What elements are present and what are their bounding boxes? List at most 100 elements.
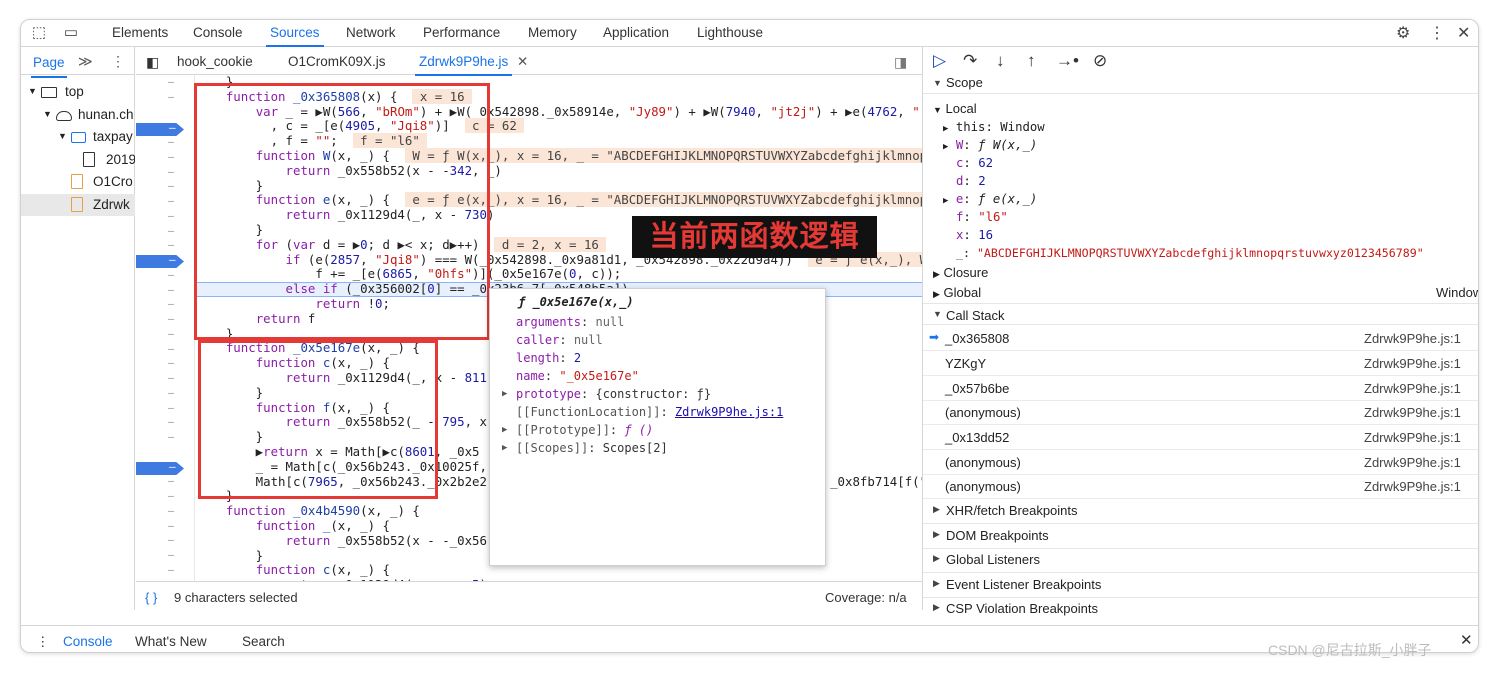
- breakpoint-marker[interactable]: –: [136, 123, 184, 136]
- step-icon[interactable]: →•: [1056, 51, 1079, 71]
- frame-location[interactable]: Zdrwk9P9he.js:1: [1364, 405, 1461, 420]
- var-value: ƒ e(x,_): [978, 192, 1038, 206]
- more-options-icon[interactable]: ⋮: [1429, 23, 1445, 43]
- var-key: e: [955, 192, 964, 206]
- event-listener-breakpoints-section[interactable]: ▶ Event Listener Breakpoints: [923, 573, 1478, 598]
- tab-memory[interactable]: Memory: [528, 25, 577, 47]
- toggle-navigator-icon[interactable]: ◧: [146, 54, 159, 71]
- line-gutter[interactable]: – – – – – – – – – – – – – – – – – – – – …: [136, 75, 195, 581]
- expand-arrow-icon[interactable]: ▶: [502, 443, 507, 453]
- step-over-icon[interactable]: ↷: [963, 51, 977, 71]
- scope-var-d[interactable]: d: 2: [956, 174, 986, 188]
- scope-var-f[interactable]: f: "l6": [956, 210, 1008, 224]
- tree-item-file[interactable]: 2019: [21, 149, 135, 172]
- pretty-print-icon[interactable]: { }: [145, 590, 157, 605]
- frame-location[interactable]: Zdrwk9P9he.js:1: [1364, 356, 1461, 371]
- device-toolbar-icon[interactable]: ▭: [61, 24, 81, 42]
- var-value: 16: [978, 228, 994, 242]
- global-scope-header[interactable]: ▶ Global: [933, 285, 981, 300]
- var-value: 2: [978, 174, 986, 188]
- scope-var-this[interactable]: ▶ this: Window: [943, 120, 1045, 134]
- step-out-icon[interactable]: ↑: [1027, 51, 1036, 71]
- frame-location[interactable]: Zdrwk9P9he.js:1: [1364, 479, 1461, 494]
- editor-tab-o1cromk09x[interactable]: O1CromK09X.js: [288, 54, 386, 69]
- csp-breakpoints-section[interactable]: ▶ CSP Violation Breakpoints: [923, 597, 1478, 616]
- frame-location[interactable]: Zdrwk9P9he.js:1: [1364, 381, 1461, 396]
- step-into-icon[interactable]: ↓: [996, 51, 1005, 71]
- frame-location[interactable]: Zdrwk9P9he.js:1: [1364, 430, 1461, 445]
- tree-item-domain[interactable]: ▼ hunan.ch: [21, 104, 135, 127]
- expand-arrow-icon[interactable]: ▶: [502, 425, 507, 435]
- call-stack-header[interactable]: ▼ Call Stack: [923, 303, 1478, 325]
- tree-item-top[interactable]: ▼ top: [21, 81, 135, 104]
- breakpoint-marker[interactable]: –: [136, 462, 184, 475]
- scope-var-w[interactable]: ▶ W: ƒ W(x,_): [943, 138, 1037, 152]
- navigator-menu-icon[interactable]: ⋮: [111, 53, 125, 70]
- xhr-breakpoints-section[interactable]: ▶ XHR/fetch Breakpoints: [923, 499, 1478, 524]
- toggle-debugger-icon[interactable]: ◨: [894, 54, 907, 71]
- scope-var-e[interactable]: ▶ e: ƒ e(x,_): [943, 192, 1037, 206]
- dom-breakpoints-section[interactable]: ▶ DOM Breakpoints: [923, 524, 1478, 549]
- expand-arrow-icon[interactable]: ▶: [502, 389, 507, 399]
- tree-item-folder[interactable]: ▼ taxpay: [21, 126, 135, 149]
- devtools-window: ⬚ ▭ Elements Console Sources Network Per…: [20, 19, 1479, 653]
- tab-sources[interactable]: Sources: [266, 25, 324, 47]
- drawer-menu-icon[interactable]: ⋮: [36, 634, 50, 650]
- tab-lighthouse[interactable]: Lighthouse: [697, 25, 763, 47]
- drawer-tab-console[interactable]: Console: [63, 634, 113, 649]
- scope-var-underscore[interactable]: _: "ABCDEFGHIJKLMNOPQRSTUVWXYZabcdefghij…: [956, 246, 1424, 260]
- inspect-element-icon[interactable]: ⬚: [29, 24, 49, 42]
- frame-location[interactable]: Zdrwk9P9he.js:1: [1364, 331, 1461, 346]
- tab-elements[interactable]: Elements: [112, 25, 168, 47]
- section-title: Event Listener Breakpoints: [946, 577, 1102, 592]
- scope-var-x[interactable]: x: 16: [956, 228, 993, 242]
- tree-item-file-selected[interactable]: Zdrwk: [21, 193, 135, 216]
- call-frame[interactable]: _0x57b6be Zdrwk9P9he.js:1: [923, 376, 1478, 401]
- prop-key: caller: [516, 333, 560, 347]
- expand-arrow-icon[interactable]: ▼: [28, 86, 37, 96]
- prop-key[interactable]: prototype: [516, 387, 581, 401]
- frame-name: YZKgY: [945, 356, 987, 371]
- tab-performance[interactable]: Performance: [423, 25, 500, 47]
- prop-key[interactable]: [[Scopes]]: [516, 441, 588, 455]
- close-icon[interactable]: ✕: [1457, 23, 1470, 43]
- global-listeners-section[interactable]: ▶ Global Listeners: [923, 548, 1478, 573]
- annotation-label: 当前两函数逻辑: [632, 216, 877, 258]
- closure-scope-header[interactable]: ▶ Closure: [933, 265, 988, 280]
- settings-gear-icon[interactable]: ⚙: [1396, 23, 1410, 43]
- call-frame[interactable]: (anonymous) Zdrwk9P9he.js:1: [923, 474, 1478, 499]
- close-tab-icon[interactable]: ✕: [517, 54, 528, 70]
- editor-tab-hook-cookie[interactable]: hook_cookie: [177, 54, 253, 69]
- call-frame[interactable]: ➡ _0x365808 Zdrwk9P9he.js:1: [923, 326, 1478, 351]
- call-frame[interactable]: (anonymous) Zdrwk9P9he.js:1: [923, 450, 1478, 475]
- call-frame[interactable]: YZKgY Zdrwk9P9he.js:1: [923, 351, 1478, 376]
- tab-network[interactable]: Network: [346, 25, 396, 47]
- expand-arrow-icon[interactable]: ▼: [58, 131, 67, 141]
- more-tabs-icon[interactable]: ≫: [78, 53, 93, 70]
- drawer-tab-whats-new[interactable]: What's New: [135, 634, 207, 649]
- frame-location[interactable]: Zdrwk9P9he.js:1: [1364, 455, 1461, 470]
- scope-var-c[interactable]: c: 62: [956, 156, 993, 170]
- breakpoint-marker[interactable]: –: [136, 255, 184, 268]
- prop-key: [[FunctionLocation]]: [516, 405, 661, 419]
- tab-application[interactable]: Application: [603, 25, 669, 47]
- deactivate-breakpoints-icon[interactable]: ⊘: [1093, 51, 1107, 71]
- prop-key[interactable]: [[Prototype]]: [516, 423, 610, 437]
- tab-console[interactable]: Console: [193, 25, 243, 47]
- tree-item-file[interactable]: O1Cro: [21, 171, 135, 194]
- local-scope-header[interactable]: ▼ Local: [933, 101, 977, 116]
- expand-arrow-icon[interactable]: ▼: [43, 109, 52, 119]
- drawer-tab-search[interactable]: Search: [242, 634, 285, 649]
- resume-icon[interactable]: ▷: [933, 51, 946, 71]
- editor-tab-zdrwk9p9he[interactable]: Zdrwk9P9he.js: [414, 54, 513, 76]
- var-key: _: [956, 246, 963, 260]
- call-frame[interactable]: (anonymous) Zdrwk9P9he.js:1: [923, 400, 1478, 425]
- call-frame[interactable]: _0x13dd52 Zdrwk9P9he.js:1: [923, 425, 1478, 450]
- var-key: W: [955, 138, 964, 152]
- close-drawer-icon[interactable]: ✕: [1460, 631, 1473, 649]
- function-location-link[interactable]: Zdrwk9P9he.js:1: [675, 405, 783, 419]
- scope-section-header[interactable]: ▼ Scope: [923, 73, 1478, 95]
- tab-page[interactable]: Page: [31, 55, 67, 78]
- file-tree: ▼ top ▼ hunan.ch ▼ taxpay 2019 O1Cro Zdr…: [21, 81, 135, 216]
- prop-value: null: [573, 333, 603, 347]
